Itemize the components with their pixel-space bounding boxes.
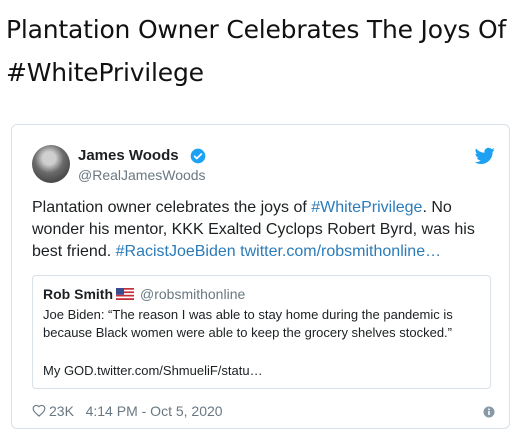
tweet-timestamp[interactable]: 4:14 PM - Oct 5, 2020 <box>86 403 223 419</box>
avatar[interactable] <box>32 145 70 183</box>
headline-line-1: Plantation Owner Celebrates The Joys Of <box>6 15 507 44</box>
like-count[interactable]: 23K <box>49 403 74 419</box>
quoted-tweet-text: Joe Biden: “The reason I was able to sta… <box>43 307 453 340</box>
info-icon[interactable] <box>483 406 495 418</box>
hashtag-link[interactable]: #WhitePrivilege <box>311 199 422 216</box>
quoted-author-handle: @robsmithonline <box>140 286 246 302</box>
tweet-meta: 23K 4:14 PM - Oct 5, 2020 <box>32 403 223 419</box>
quoted-tweet-footer[interactable]: My GOD.twitter.com/ShmueliF/statu… <box>43 363 263 378</box>
quoted-author-name: Rob Smith <box>43 286 113 302</box>
tweet-text: Plantation owner celebrates the joys of … <box>32 197 502 263</box>
quoted-tweet[interactable]: Rob Smith @robsmithonline Joe Biden: “Th… <box>32 275 491 389</box>
heart-icon[interactable] <box>32 404 46 417</box>
verified-badge-icon <box>190 148 206 164</box>
tweet-url-link[interactable]: twitter.com/robsmithonline… <box>240 243 441 260</box>
hashtag-link[interactable]: #RacistJoeBiden <box>116 243 236 260</box>
twitter-bird-icon[interactable] <box>475 147 495 165</box>
author-name[interactable]: James Woods <box>78 147 179 164</box>
article-headline: Plantation Owner Celebrates The Joys Of … <box>6 8 522 94</box>
tweet-text-part-1: Plantation owner celebrates the joys of <box>32 199 312 216</box>
us-flag-icon <box>116 288 134 300</box>
headline-line-2: #WhitePrivilege <box>6 58 204 87</box>
author-handle[interactable]: @RealJamesWoods <box>78 167 206 183</box>
embedded-tweet-card[interactable]: James Woods @RealJamesWoods Plantation o… <box>11 124 510 429</box>
